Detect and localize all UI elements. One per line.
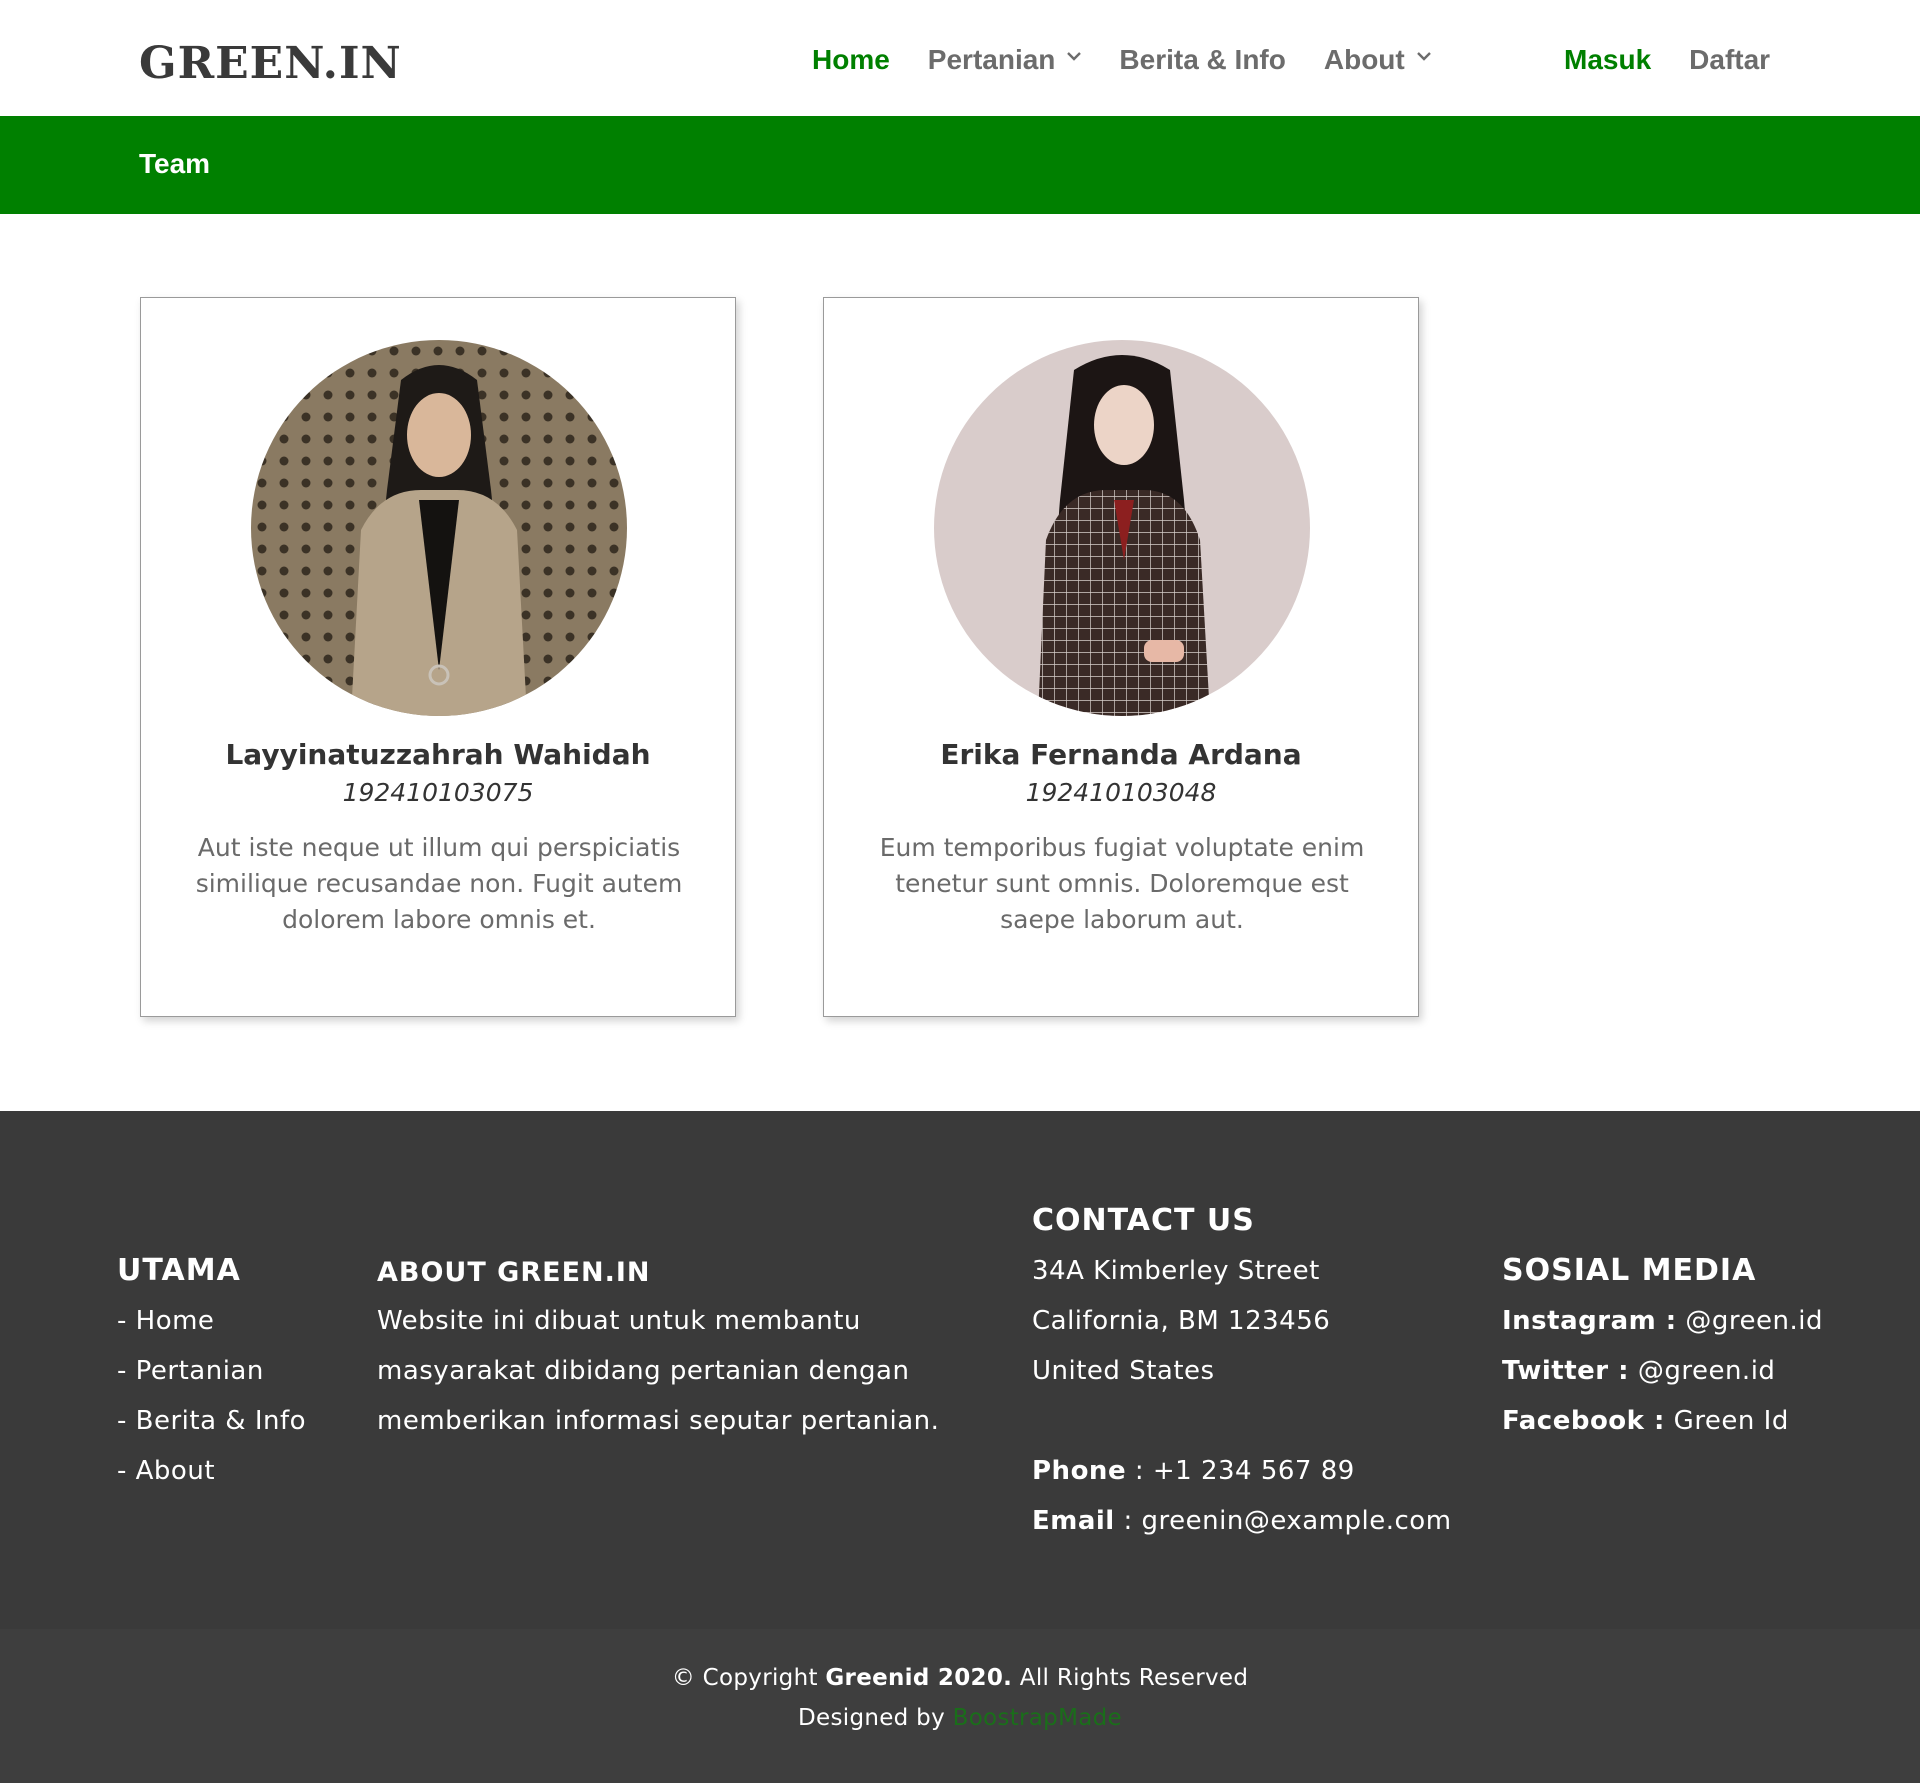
nav-berita-label: Berita & Info	[1119, 44, 1286, 75]
site-footer: UTAMA - Home - Pertanian - Berita & Info…	[0, 1111, 1920, 1629]
social-value: @green.id	[1629, 1356, 1776, 1386]
footer-link-about[interactable]: - About	[117, 1446, 306, 1496]
social-label: Twitter :	[1502, 1356, 1630, 1386]
social-twitter[interactable]: Twitter : @green.id	[1502, 1346, 1823, 1396]
footer-about-heading: ABOUT GREEN.IN	[377, 1257, 651, 1288]
footer-social-heading: SOSIAL MEDIA	[1502, 1253, 1757, 1288]
contact-address-line: United States	[1032, 1356, 1215, 1386]
member-name: Erika Fernanda Ardana	[940, 738, 1302, 771]
chevron-down-icon	[1067, 52, 1082, 61]
social-facebook[interactable]: Facebook : Green Id	[1502, 1396, 1823, 1446]
social-value: Green Id	[1664, 1406, 1789, 1436]
member-name: Layyinatuzzahrah Wahidah	[225, 738, 651, 771]
social-value: @green.id	[1676, 1306, 1824, 1336]
footer-utama-heading: UTAMA	[117, 1253, 241, 1288]
designed-by-text: Designed by BoostrapMade	[0, 1705, 1920, 1731]
main-nav: Home Pertanian Berita & Info About	[812, 44, 1469, 76]
contact-email: Email : greenin@example.com	[1032, 1496, 1452, 1546]
nav-home[interactable]: Home	[812, 44, 890, 76]
chevron-down-icon	[1416, 52, 1431, 61]
team-card: Layyinatuzzahrah Wahidah 192410103075 Au…	[140, 297, 736, 1017]
phone-value: : +1 234 567 89	[1126, 1456, 1355, 1486]
footer-link-berita-info[interactable]: - Berita & Info	[117, 1396, 306, 1446]
member-id: 192410103075	[342, 778, 534, 807]
footer-social: SOSIAL MEDIA Instagram : @green.id Twitt…	[1502, 1253, 1823, 1446]
contact-spacer	[1032, 1396, 1452, 1446]
member-description: Aut iste neque ut illum qui perspiciatis…	[195, 833, 683, 934]
copyright-text: © Copyright Greenid 2020. All Rights Res…	[0, 1665, 1920, 1691]
footer-contact-heading: CONTACT US	[1032, 1203, 1255, 1238]
footer-utama: UTAMA - Home - Pertanian - Berita & Info…	[117, 1253, 306, 1496]
site-header: GREEN.IN Home Pertanian Berita & Info Ab…	[0, 0, 1920, 116]
member-description: Eum temporibus fugiat voluptate enim ten…	[879, 833, 1365, 934]
email-label: Email	[1032, 1506, 1115, 1536]
social-label: Instagram :	[1502, 1306, 1677, 1336]
social-label: Facebook :	[1502, 1406, 1665, 1436]
member-photo	[934, 340, 1310, 716]
site-logo[interactable]: GREEN.IN	[139, 38, 402, 89]
contact-phone: Phone : +1 234 567 89	[1032, 1446, 1452, 1496]
nav-about-label: About	[1323, 44, 1405, 75]
contact-address-line: California, BM 123456	[1032, 1306, 1331, 1336]
phone-label: Phone	[1032, 1456, 1127, 1486]
footer-about-text: memberikan informasi seputar pertanian.	[377, 1406, 940, 1436]
member-photo-image	[251, 340, 627, 716]
copyright-brand: Greenid 2020.	[825, 1665, 1013, 1691]
nav-pertanian-label: Pertanian	[927, 44, 1056, 75]
member-photo	[251, 340, 627, 716]
footer-about: ABOUT GREEN.IN Website ini dibuat untuk …	[377, 1257, 977, 1446]
login-link[interactable]: Masuk	[1564, 44, 1651, 76]
footer-about-text: Website ini dibuat untuk membantu	[377, 1306, 861, 1336]
page-title: Team	[139, 148, 211, 179]
footer-link-pertanian[interactable]: - Pertanian	[117, 1346, 306, 1396]
copyright-suffix: All Rights Reserved	[1012, 1665, 1249, 1691]
social-instagram[interactable]: Instagram : @green.id	[1502, 1296, 1823, 1346]
footer-contact: CONTACT US 34A Kimberley Street Californ…	[1032, 1203, 1452, 1546]
member-id: 192410103048	[1025, 778, 1217, 807]
email-value[interactable]: : greenin@example.com	[1115, 1506, 1452, 1536]
register-link[interactable]: Daftar	[1689, 44, 1770, 76]
footer-about-text: masyarakat dibidang pertanian dengan	[377, 1356, 910, 1386]
footer-link-home[interactable]: - Home	[117, 1296, 306, 1346]
copyright-bar: © Copyright Greenid 2020. All Rights Res…	[0, 1629, 1920, 1783]
nav-home-label: Home	[812, 44, 890, 75]
designer-link[interactable]: BoostrapMade	[953, 1705, 1122, 1731]
contact-address-line: 34A Kimberley Street	[1032, 1256, 1320, 1286]
auth-links: Masuk Daftar	[1564, 44, 1808, 76]
member-photo-image	[934, 340, 1310, 716]
designed-by-label: Designed by	[798, 1705, 953, 1731]
nav-pertanian[interactable]: Pertanian	[928, 44, 1082, 76]
page-banner: Team	[0, 116, 1920, 214]
nav-about[interactable]: About	[1324, 44, 1431, 76]
copyright-prefix: © Copyright	[671, 1665, 826, 1691]
nav-berita-info[interactable]: Berita & Info	[1119, 44, 1285, 76]
team-card: Erika Fernanda Ardana 192410103048 Eum t…	[823, 297, 1419, 1017]
